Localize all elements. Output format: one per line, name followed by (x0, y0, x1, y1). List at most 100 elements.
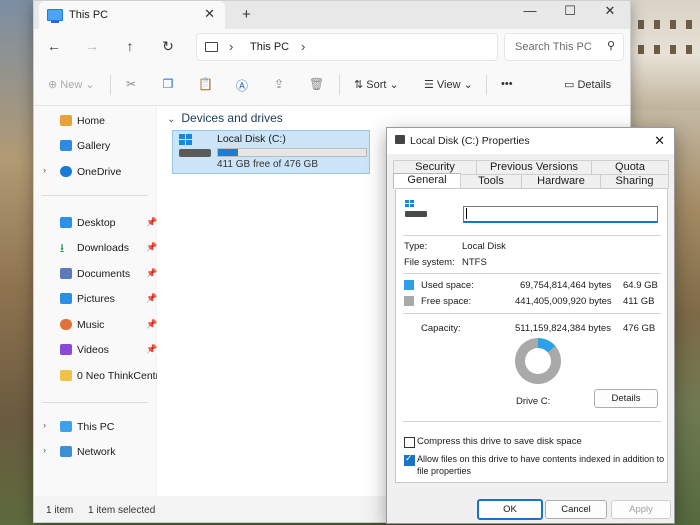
tab-hardware[interactable]: Hardware (521, 174, 601, 188)
forward-button[interactable]: → (82, 38, 102, 54)
capacity-bytes: 511,159,824,384 bytes (515, 323, 611, 334)
up-button[interactable]: ↑ (120, 38, 140, 54)
used-space-bytes: 69,754,814,464 bytes (520, 280, 612, 291)
sidebar-item-label: Downloads (77, 242, 129, 254)
sidebar-item-music[interactable]: Music 📌 (34, 314, 157, 336)
tab-general[interactable]: General (393, 173, 461, 189)
desktop-wallpaper-buildings (628, 0, 700, 110)
tab-previous-versions[interactable]: Previous Versions (476, 160, 592, 174)
address-bar[interactable]: › This PC › (196, 33, 498, 61)
drive-usage-fill (218, 149, 239, 156)
index-label-line1: Allow files on this drive to have conten… (417, 454, 665, 464)
pin-icon[interactable]: 📌 (146, 217, 157, 228)
search-input[interactable]: Search This PC ⚲ (504, 33, 624, 61)
capacity-label: Capacity: (421, 323, 461, 334)
rename-icon[interactable]: Ⓐ (235, 77, 249, 93)
divider (486, 75, 487, 95)
ok-button[interactable]: OK (477, 499, 543, 520)
close-window-button[interactable]: ✕ (590, 3, 630, 19)
minimize-button[interactable]: — (510, 3, 550, 18)
navigation-pane: Home Gallery › OneDrive Desktop 📌 ⭳ Down… (34, 106, 165, 496)
pin-icon[interactable]: 📌 (146, 293, 157, 304)
tab-security[interactable]: Security (393, 160, 477, 174)
cut-icon[interactable]: ✂ (124, 77, 138, 91)
home-icon (60, 115, 72, 126)
delete-icon[interactable]: 🗑 (309, 77, 324, 91)
sidebar-item-documents[interactable]: Documents 📌 (34, 263, 157, 285)
sidebar-item-home[interactable]: Home (34, 110, 156, 132)
tab-label: Security (415, 161, 455, 173)
view-button[interactable]: ☰ View ⌄ (424, 78, 473, 91)
disk-details-button[interactable]: Details (594, 389, 658, 408)
chevron-right-icon[interactable]: › (43, 445, 46, 455)
index-label-line2: file properties (417, 466, 472, 476)
videos-icon (60, 344, 72, 355)
sidebar-item-neo-thinkcentre[interactable]: 0 Neo ThinkCentre (34, 365, 165, 387)
download-icon: ⭳ (60, 241, 65, 255)
sidebar-item-pictures[interactable]: Pictures 📌 (34, 288, 157, 310)
sidebar-item-label: Music (77, 319, 105, 331)
pin-icon[interactable]: 📌 (146, 344, 157, 355)
view-label: View (436, 79, 461, 91)
chevron-down-icon[interactable]: ⌄ (167, 114, 175, 125)
close-dialog-button[interactable]: ✕ (654, 133, 665, 149)
filesystem-label: File system: (404, 257, 455, 268)
sidebar-item-label: Gallery (77, 140, 111, 152)
type-label: Type: (404, 241, 428, 252)
pin-icon[interactable]: 📌 (146, 319, 157, 330)
divider (110, 75, 111, 95)
chevron-right-icon[interactable]: › (43, 165, 46, 175)
drive-name: Local Disk (C:) (217, 133, 286, 145)
tab-label: Sharing (615, 175, 654, 187)
sort-button[interactable]: ⇅ Sort ⌄ (354, 78, 399, 91)
item-count: 1 item (46, 505, 74, 516)
sidebar-item-label: Documents (77, 268, 131, 280)
index-checkbox[interactable] (404, 453, 415, 466)
pin-icon[interactable]: 📌 (146, 268, 157, 279)
new-label: New (60, 79, 83, 91)
more-options-button[interactable]: ••• (501, 78, 513, 90)
back-button[interactable]: ← (44, 38, 64, 54)
share-icon[interactable]: ⇪ (272, 77, 286, 91)
divider (42, 402, 148, 403)
pin-icon[interactable]: 📌 (146, 242, 157, 253)
close-tab-icon[interactable]: ✕ (204, 6, 215, 22)
chevron-right-icon[interactable]: › (301, 39, 305, 54)
breadcrumb-this-pc[interactable]: This PC (250, 41, 289, 53)
drive-properties-dialog: Local Disk (C:) Properties ✕ Security Pr… (386, 127, 675, 524)
sidebar-item-videos[interactable]: Videos 📌 (34, 339, 157, 361)
sidebar-item-onedrive[interactable]: › OneDrive (34, 161, 156, 183)
group-header[interactable]: ⌄ Devices and drives (167, 111, 283, 125)
chevron-right-icon[interactable]: › (229, 39, 233, 54)
tab-quota[interactable]: Quota (591, 160, 669, 174)
documents-icon (60, 268, 72, 279)
copy-icon[interactable]: ❐ (161, 77, 175, 91)
tab-label: This PC (69, 9, 109, 21)
hard-drive-icon (179, 149, 211, 157)
maximize-button[interactable]: ☐ (550, 3, 590, 19)
sidebar-item-downloads[interactable]: ⭳ Downloads 📌 (34, 237, 157, 259)
drive-tile-c[interactable]: Local Disk (C:) 411 GB free of 476 GB (172, 130, 370, 174)
details-pane-button[interactable]: ▭ Details (564, 78, 611, 91)
chevron-right-icon[interactable]: › (43, 420, 46, 430)
new-tab-button[interactable]: + (242, 6, 251, 23)
tab-this-pc[interactable]: This PC ✕ (39, 1, 225, 29)
this-pc-icon (60, 421, 72, 432)
drive-name-field[interactable] (463, 206, 658, 223)
cancel-button[interactable]: Cancel (545, 500, 607, 519)
tab-tools[interactable]: Tools (460, 174, 522, 188)
free-space-bytes: 441,405,009,920 bytes (515, 296, 612, 307)
compress-checkbox[interactable] (404, 437, 415, 448)
search-icon: ⚲ (606, 40, 615, 52)
refresh-button[interactable]: ↻ (158, 38, 178, 55)
apply-button[interactable]: Apply (611, 500, 671, 519)
sidebar-item-label: OneDrive (77, 166, 122, 178)
tab-sharing[interactable]: Sharing (600, 174, 669, 188)
sidebar-item-network[interactable]: › Network (34, 441, 156, 463)
new-button[interactable]: ⊕ New ⌄ (48, 78, 95, 91)
sidebar-item-gallery[interactable]: Gallery (34, 135, 156, 157)
sidebar-item-this-pc[interactable]: › This PC (34, 416, 156, 438)
sidebar-item-desktop[interactable]: Desktop 📌 (34, 212, 157, 234)
drive-icon (395, 135, 405, 144)
paste-icon[interactable]: 📋 (198, 77, 213, 91)
